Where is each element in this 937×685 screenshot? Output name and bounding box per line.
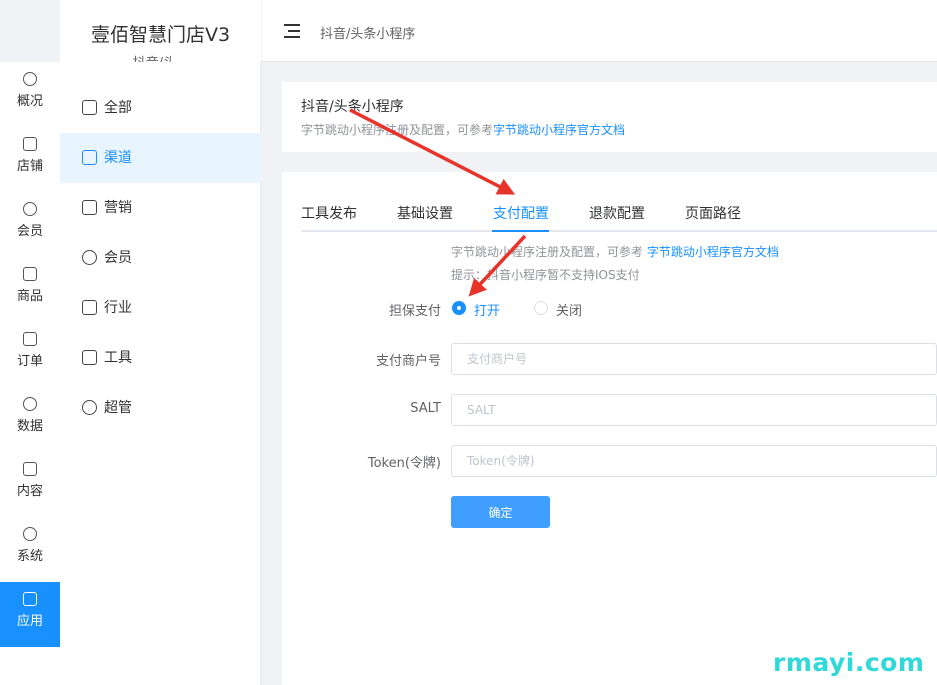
nav-item-overview[interactable]: 概况 bbox=[0, 62, 60, 124]
sub-nav: 全部 渠道 营销 会员 行业 工具 超管 bbox=[60, 62, 261, 685]
subnav-label: 超管 bbox=[104, 400, 132, 416]
menu-toggle-icon[interactable] bbox=[284, 24, 300, 38]
tab-refund-config[interactable]: 退款配置 bbox=[589, 203, 645, 223]
nav-item-content[interactable]: 内容 bbox=[0, 452, 60, 514]
config-card: 工具发布 基础设置 支付配置 退款配置 页面路径 字节跳动小程序注册及配置，可参… bbox=[282, 172, 937, 685]
escrow-radio-on[interactable]: 打开 bbox=[452, 300, 500, 319]
subnav-label: 行业 bbox=[104, 300, 132, 316]
main-nav: 概况 店铺 会员 商品 订单 数据 内容 系统 应用 bbox=[0, 62, 60, 685]
token-label: Token(令牌) bbox=[367, 456, 441, 471]
nav-item-member[interactable]: 会员 bbox=[0, 192, 60, 254]
radio-off-label: 关闭 bbox=[556, 304, 583, 319]
subnav-item-marketing[interactable]: 营销 bbox=[60, 183, 261, 233]
admin-icon bbox=[82, 400, 97, 415]
intro-desc-text: 字节跳动小程序注册及配置，可参考 bbox=[301, 123, 494, 137]
subnav-item-industry[interactable]: 行业 bbox=[60, 283, 261, 333]
subnav-item-member[interactable]: 会员 bbox=[60, 233, 261, 283]
nav-label: 内容 bbox=[16, 484, 43, 499]
tab-bar: 工具发布 基础设置 支付配置 退款配置 页面路径 bbox=[301, 202, 937, 232]
nav-label: 店铺 bbox=[16, 159, 43, 174]
subnav-item-channel[interactable]: 渠道 bbox=[60, 133, 261, 183]
escrow-label: 担保支付 bbox=[388, 304, 441, 319]
breadcrumb: 抖音/头条小程序 bbox=[320, 27, 416, 42]
tab-page-path[interactable]: 页面路径 bbox=[685, 203, 741, 223]
nav-label: 数据 bbox=[16, 419, 43, 434]
nav-label: 商品 bbox=[16, 289, 43, 304]
subnav-label: 渠道 bbox=[104, 150, 132, 166]
intro-description: 字节跳动小程序注册及配置，可参考字节跳动小程序官方文档 bbox=[301, 121, 625, 138]
radio-checked-icon bbox=[452, 301, 466, 315]
watermark: rmayi.com bbox=[773, 648, 925, 677]
wrench-icon bbox=[82, 350, 97, 365]
subnav-item-tools[interactable]: 工具 bbox=[60, 333, 261, 383]
tab-tool-release[interactable]: 工具发布 bbox=[301, 203, 357, 223]
radio-unchecked-icon bbox=[534, 301, 548, 315]
cube-icon bbox=[23, 592, 37, 606]
folder-icon bbox=[23, 462, 37, 476]
cube-icon bbox=[82, 100, 97, 115]
token-input[interactable] bbox=[451, 445, 937, 477]
submit-button[interactable]: 确定 bbox=[451, 496, 550, 528]
nav-label: 会员 bbox=[16, 224, 43, 239]
merchant-id-label: 支付商户号 bbox=[375, 354, 441, 369]
nav-item-system[interactable]: 系统 bbox=[0, 517, 60, 579]
top-header: 抖音/头条小程序 bbox=[262, 0, 937, 62]
active-tab-indicator bbox=[492, 230, 549, 232]
box-icon bbox=[23, 267, 37, 281]
tip-text: 字节跳动小程序注册及配置，可参考 bbox=[451, 245, 647, 259]
dashboard-icon bbox=[23, 72, 37, 86]
escrow-radio-off[interactable]: 关闭 bbox=[534, 300, 582, 319]
nav-label: 系统 bbox=[16, 549, 43, 564]
payment-tip: 字节跳动小程序注册及配置，可参考 字节跳动小程序官方文档 bbox=[451, 243, 779, 260]
nav-label: 订单 bbox=[16, 354, 43, 369]
monitor-icon bbox=[82, 200, 97, 215]
app-title: 壹佰智慧门店V3 bbox=[90, 24, 231, 46]
store-icon bbox=[23, 137, 37, 151]
radio-on-label: 打开 bbox=[474, 304, 501, 319]
doc-link[interactable]: 字节跳动小程序官方文档 bbox=[493, 123, 625, 137]
salt-label: SALT bbox=[410, 401, 441, 416]
tip-doc-link[interactable]: 字节跳动小程序官方文档 bbox=[647, 245, 779, 259]
nav-item-goods[interactable]: 商品 bbox=[0, 257, 60, 319]
subnav-label: 会员 bbox=[104, 250, 132, 266]
merchant-id-input[interactable] bbox=[451, 343, 937, 375]
user-icon bbox=[23, 202, 37, 216]
briefcase-icon bbox=[82, 300, 97, 315]
page-title: 抖音/头条小程序 bbox=[301, 99, 404, 115]
intro-card: 抖音/头条小程序 字节跳动小程序注册及配置，可参考字节跳动小程序官方文档 bbox=[282, 82, 937, 152]
tab-payment-config[interactable]: 支付配置 bbox=[493, 203, 549, 223]
nav-item-store[interactable]: 店铺 bbox=[0, 127, 60, 189]
subnav-label: 全部 bbox=[104, 100, 132, 116]
nav-label: 应用 bbox=[16, 614, 43, 629]
nav-item-data[interactable]: 数据 bbox=[0, 387, 60, 449]
pie-chart-icon bbox=[23, 397, 37, 411]
subnav-item-all[interactable]: 全部 bbox=[60, 83, 261, 133]
clipboard-icon bbox=[23, 332, 37, 346]
tab-basic-settings[interactable]: 基础设置 bbox=[397, 203, 453, 223]
nav-item-apps[interactable]: 应用 bbox=[0, 582, 60, 647]
nav-label: 概况 bbox=[16, 94, 43, 109]
subnav-label: 营销 bbox=[104, 200, 132, 216]
gear-icon bbox=[23, 527, 37, 541]
channel-icon bbox=[82, 150, 97, 165]
ios-notice: 提示：抖音小程序暂不支持IOS支付 bbox=[451, 268, 640, 282]
subnav-item-admin[interactable]: 超管 bbox=[60, 383, 261, 433]
subnav-label: 工具 bbox=[104, 350, 132, 366]
user-icon bbox=[82, 250, 97, 265]
nav-item-orders[interactable]: 订单 bbox=[0, 322, 60, 384]
salt-input[interactable] bbox=[451, 394, 937, 426]
